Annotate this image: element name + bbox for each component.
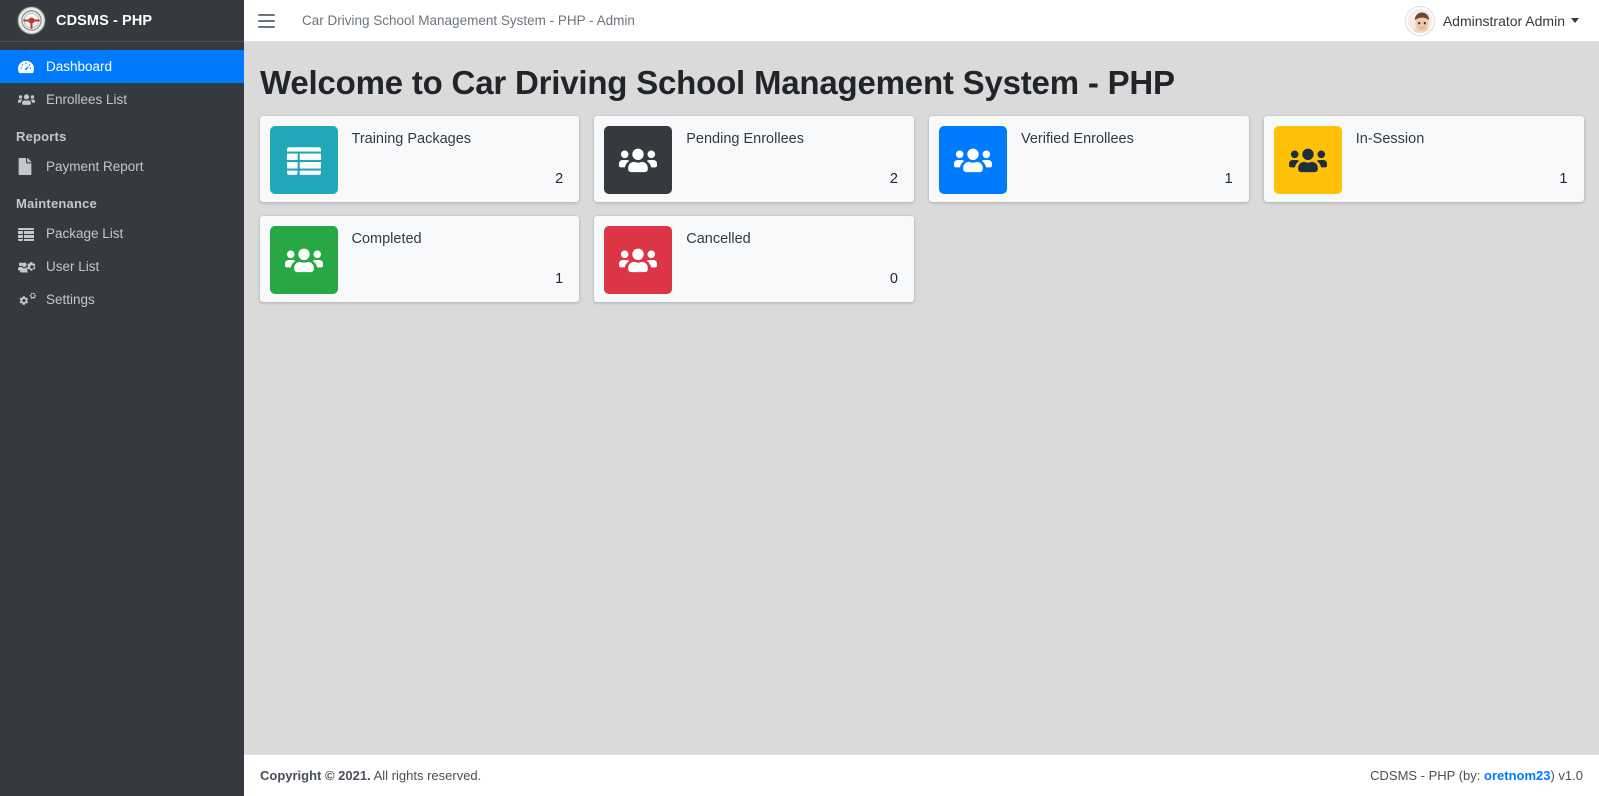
card-count: 1 bbox=[1224, 170, 1233, 187]
stat-card-wrapper: Training Packages 2 bbox=[252, 115, 587, 216]
sidebar-item-package-list[interactable]: Package List bbox=[0, 217, 244, 250]
card-body: Verified Enrollees 1 bbox=[1007, 126, 1239, 192]
table-list-icon bbox=[18, 226, 44, 242]
card-label: Training Packages bbox=[351, 130, 472, 147]
caret-down-icon bbox=[1571, 18, 1579, 23]
card-label: Pending Enrollees bbox=[686, 130, 804, 147]
main-area: Car Driving School Management System - P… bbox=[244, 0, 1599, 796]
page-title: Welcome to Car Driving School Management… bbox=[260, 64, 1175, 101]
card-label: Cancelled bbox=[686, 230, 751, 247]
sidebar-nav: Dashboard Enrollees List Reports Payment bbox=[0, 42, 244, 796]
stat-card-training-packages[interactable]: Training Packages 2 bbox=[259, 115, 580, 202]
file-icon bbox=[18, 158, 44, 175]
hamburger-icon[interactable] bbox=[258, 10, 280, 32]
stat-card-verified-enrollees[interactable]: Verified Enrollees 1 bbox=[929, 115, 1249, 202]
cogs-icon bbox=[18, 292, 44, 308]
topbar: Car Driving School Management System - P… bbox=[244, 0, 1599, 42]
footer-version: CDSMS - PHP (by: oretnom23) v1.0 bbox=[1370, 768, 1583, 783]
stat-card-wrapper: Cancelled 0 bbox=[587, 215, 922, 316]
stat-card-pending-enrollees[interactable]: Pending Enrollees 2 bbox=[594, 115, 914, 202]
footer-copyright-strong: Copyright © 2021. bbox=[260, 768, 371, 783]
users-cog-icon bbox=[18, 259, 44, 275]
card-label: Verified Enrollees bbox=[1021, 130, 1134, 147]
brand-text: CDSMS - PHP bbox=[56, 12, 153, 29]
card-count: 1 bbox=[1559, 170, 1568, 187]
sidebar: CDSMS - PHP Dashboard Enrollees List Rep… bbox=[0, 0, 244, 796]
footer-author-link[interactable]: oretnom23 bbox=[1484, 768, 1550, 783]
tachometer-icon bbox=[18, 59, 44, 75]
sidebar-item-label: Settings bbox=[46, 292, 95, 307]
card-icon-box bbox=[604, 225, 673, 294]
footer-version-prefix: CDSMS - PHP (by: bbox=[1370, 768, 1485, 783]
stat-card-wrapper: In-Session 1 bbox=[1256, 115, 1591, 216]
stat-card-cancelled[interactable]: Cancelled 0 bbox=[594, 215, 914, 302]
card-body: Cancelled 0 bbox=[672, 226, 904, 292]
sidebar-item-label: Payment Report bbox=[46, 159, 144, 174]
stat-cards-grid: Training Packages 2 Pending Enrollees 2 … bbox=[244, 115, 1599, 316]
stat-card-wrapper: Verified Enrollees 1 bbox=[922, 115, 1257, 216]
card-icon-box bbox=[1273, 125, 1342, 194]
user-name: Adminstrator Admin bbox=[1442, 12, 1565, 29]
sidebar-section-maintenance: Maintenance bbox=[16, 196, 97, 211]
card-count: 0 bbox=[889, 270, 898, 287]
card-icon-box bbox=[269, 225, 338, 294]
card-count: 2 bbox=[889, 170, 898, 187]
sidebar-item-payment-report[interactable]: Payment Report bbox=[0, 150, 244, 183]
card-count: 2 bbox=[555, 170, 564, 187]
user-menu[interactable]: Adminstrator Admin bbox=[1405, 6, 1583, 35]
card-body: Pending Enrollees 2 bbox=[672, 126, 904, 192]
sidebar-item-label: Dashboard bbox=[46, 59, 113, 74]
footer-copyright-rest: All rights reserved. bbox=[370, 768, 482, 783]
card-icon-box bbox=[269, 125, 338, 194]
card-body: Completed 1 bbox=[338, 226, 570, 292]
footer-version-suffix: ) v1.0 bbox=[1550, 768, 1583, 783]
sidebar-item-enrollees-list[interactable]: Enrollees List bbox=[0, 83, 244, 116]
sidebar-item-label: User List bbox=[46, 259, 100, 274]
content-area: Welcome to Car Driving School Management… bbox=[244, 42, 1599, 754]
card-icon-box bbox=[604, 125, 673, 194]
steering-wheel-logo-icon bbox=[18, 7, 45, 34]
card-count: 1 bbox=[555, 270, 564, 287]
footer-copyright: Copyright © 2021. All rights reserved. bbox=[260, 768, 481, 783]
stat-card-wrapper: Pending Enrollees 2 bbox=[587, 115, 922, 216]
card-body: In-Session 1 bbox=[1342, 126, 1574, 192]
footer: Copyright © 2021. All rights reserved. C… bbox=[244, 754, 1599, 796]
sidebar-item-label: Enrollees List bbox=[46, 92, 128, 107]
sidebar-item-dashboard[interactable]: Dashboard bbox=[0, 50, 244, 83]
topbar-title: Car Driving School Management System - P… bbox=[302, 13, 635, 28]
stat-card-completed[interactable]: Completed 1 bbox=[259, 215, 580, 302]
sidebar-section-reports: Reports bbox=[16, 129, 67, 144]
users-icon bbox=[18, 91, 44, 108]
sidebar-item-label: Package List bbox=[46, 226, 124, 241]
sidebar-item-user-list[interactable]: User List bbox=[0, 250, 244, 283]
user-avatar bbox=[1405, 6, 1434, 35]
brand-link[interactable]: CDSMS - PHP bbox=[0, 0, 244, 42]
stat-card-wrapper: Completed 1 bbox=[252, 215, 587, 316]
stat-card-in-session[interactable]: In-Session 1 bbox=[1263, 115, 1584, 202]
sidebar-item-settings[interactable]: Settings bbox=[0, 283, 244, 316]
card-body: Training Packages 2 bbox=[338, 126, 570, 192]
app-root: CDSMS - PHP Dashboard Enrollees List Rep… bbox=[0, 0, 1599, 796]
card-icon-box bbox=[939, 125, 1007, 194]
card-label: Completed bbox=[351, 230, 422, 247]
card-label: In-Session bbox=[1355, 130, 1425, 147]
